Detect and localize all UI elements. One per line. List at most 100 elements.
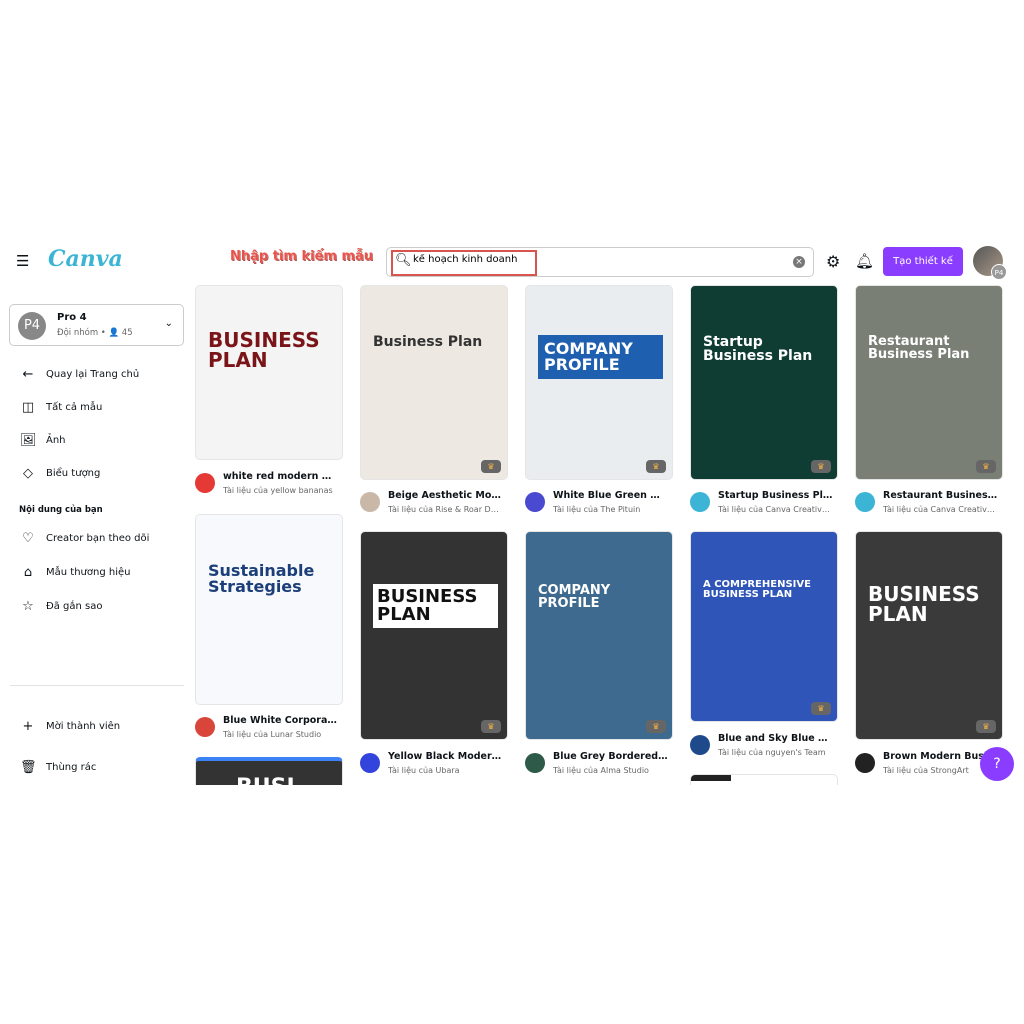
crown-icon: ♛ bbox=[646, 460, 666, 473]
team-name: Pro 4 bbox=[57, 312, 87, 323]
thumbnail-title: COMPANY PROFILE bbox=[538, 583, 611, 612]
thumbnail-title: Sustainable Strategies bbox=[208, 560, 315, 596]
invite-members[interactable]: + Mời thành viên bbox=[20, 719, 121, 734]
template-meta: Blue White Corporate ... Tài liệu của Lu… bbox=[195, 715, 355, 745]
arrow-left-icon: ← bbox=[22, 367, 34, 382]
creator-avatar bbox=[855, 753, 875, 773]
template-title[interactable]: white red modern busi... bbox=[223, 471, 338, 482]
thumbnail-title: Startup Business Plan bbox=[703, 333, 813, 364]
sidebar-item-label: Quay lại Trang chủ bbox=[46, 369, 140, 380]
crown-icon: ♛ bbox=[481, 460, 501, 473]
chevron-down-icon: ⌄ bbox=[164, 318, 173, 329]
hamburger-menu-icon[interactable]: ☰ bbox=[16, 252, 29, 270]
crown-icon: ♛ bbox=[481, 720, 501, 733]
template-thumbnail[interactable]: Sustainable Strategies bbox=[195, 514, 343, 705]
template-thumbnail[interactable]: BUSINESS PLAN ♛ bbox=[360, 531, 508, 740]
template-title[interactable]: Blue Grey Bordered St... bbox=[553, 751, 668, 762]
template-title[interactable]: Restaurant Business P... bbox=[883, 490, 998, 501]
trash[interactable]: 🗑 Thùng rác bbox=[20, 760, 96, 775]
search-annotation: Nhập tìm kiếm mẫu bbox=[230, 249, 374, 264]
search-input[interactable] bbox=[413, 254, 533, 265]
crown-icon: ♛ bbox=[976, 720, 996, 733]
template-meta: Beige Aesthetic Moder... Tài liệu của Ri… bbox=[360, 490, 520, 520]
thumbnail-title: BUSINESS PLAN bbox=[868, 582, 980, 627]
sidebar-item-all-templates[interactable]: ◫ Tất cả mẫu bbox=[20, 400, 103, 415]
sidebar-item-starred[interactable]: ☆ Đã gắn sao bbox=[20, 599, 103, 614]
template-author[interactable]: Tài liệu của nguyen's Team bbox=[718, 748, 833, 757]
sidebar-item-brand-templates[interactable]: ⌂ Mẫu thương hiệu bbox=[20, 565, 131, 580]
crown-icon: ♛ bbox=[646, 720, 666, 733]
sidebar-item-label: Tất cả mẫu bbox=[46, 402, 103, 413]
thumbnail-title: BUSI bbox=[236, 777, 295, 786]
template-author[interactable]: Tài liệu của Ubara bbox=[388, 766, 503, 775]
thumbnail-title: Restaurant Business Plan bbox=[868, 333, 970, 362]
template-meta: white red modern busi... Tài liệu của ye… bbox=[195, 471, 355, 501]
template-meta: Yellow Black Modern B... Tài liệu của Ub… bbox=[360, 751, 520, 781]
sidebar-item-label: Mẫu thương hiệu bbox=[46, 567, 131, 578]
gear-icon[interactable]: ⚙ bbox=[826, 252, 840, 271]
sidebar-item-elements[interactable]: ◇ Biểu tượng bbox=[20, 466, 100, 481]
crown-icon: ♛ bbox=[976, 460, 996, 473]
template-title[interactable]: Beige Aesthetic Moder... bbox=[388, 490, 503, 501]
thumbnail-title: A COMPREHENSIVE BUSINESS PLAN bbox=[703, 578, 811, 600]
template-thumbnail[interactable]: Restaurant Business Plan ♛ bbox=[855, 285, 1003, 480]
template-thumbnail[interactable]: Startup Business Plan ♛ bbox=[690, 285, 838, 480]
template-meta: Startup Business Plan ... Tài liệu của C… bbox=[690, 490, 850, 520]
layout-icon: ◫ bbox=[21, 400, 35, 415]
creator-avatar bbox=[360, 492, 380, 512]
template-thumbnail[interactable]: BUSINESS PLAN ♛ bbox=[855, 531, 1003, 740]
creator-avatar bbox=[525, 753, 545, 773]
template-author[interactable]: Tài liệu của The Pituin bbox=[553, 505, 668, 514]
creator-avatar bbox=[525, 492, 545, 512]
create-design-button[interactable]: Tạo thiết kế bbox=[883, 247, 963, 276]
template-title[interactable]: White Blue Green Mod... bbox=[553, 490, 668, 501]
template-thumbnail[interactable]: A COMPREHENSIVE BUSINESS PLAN ♛ bbox=[690, 531, 838, 722]
template-title[interactable]: Blue White Corporate ... bbox=[223, 715, 338, 726]
template-author[interactable]: Tài liệu của Canva Creative ... bbox=[883, 505, 998, 514]
template-thumbnail[interactable]: Business Plan ♛ bbox=[360, 285, 508, 480]
template-thumbnail[interactable] bbox=[690, 774, 838, 785]
search-bar[interactable]: 🔍︎ × bbox=[386, 247, 814, 277]
template-meta: White Blue Green Mod... Tài liệu của The… bbox=[525, 490, 685, 520]
template-author[interactable]: Tài liệu của Rise & Roar Desi... bbox=[388, 505, 503, 514]
template-author[interactable]: Tài liệu của yellow bananas bbox=[223, 486, 338, 495]
team-switcher[interactable]: P4 Pro 4 Đội nhóm • 👤 45 ⌄ bbox=[9, 304, 184, 346]
avatar[interactable]: P4 bbox=[973, 246, 1007, 280]
thumbnail-title: COMPANY PROFILE bbox=[538, 334, 663, 379]
creator-avatar bbox=[195, 717, 215, 737]
template-title[interactable]: Yellow Black Modern B... bbox=[388, 751, 503, 762]
template-author[interactable]: Tài liệu của Alma Studio bbox=[553, 766, 668, 775]
sidebar-item-photos[interactable]: 🖼 Ảnh bbox=[20, 433, 66, 448]
canva-app: ☰ Canva Nhập tìm kiếm mẫu 🔍︎ × ⚙ 🔔︎ Tạo … bbox=[0, 240, 1024, 785]
template-author[interactable]: Tài liệu của Lunar Studio bbox=[223, 730, 338, 739]
avatar-badge: P4 bbox=[991, 264, 1007, 280]
trash-icon: 🗑 bbox=[20, 760, 37, 775]
sidebar-item-label: Biểu tượng bbox=[46, 468, 101, 479]
crown-icon: ♛ bbox=[811, 460, 831, 473]
clear-search-icon[interactable]: × bbox=[793, 256, 805, 268]
sidebar-item-label: Đã gắn sao bbox=[46, 601, 103, 612]
team-avatar: P4 bbox=[18, 312, 46, 340]
template-thumbnail[interactable]: COMPANY PROFILE ♛ bbox=[525, 285, 673, 480]
template-thumbnail[interactable]: BUSINESS PLAN bbox=[195, 285, 343, 460]
creator-avatar bbox=[690, 492, 710, 512]
image-icon: 🖼 bbox=[20, 433, 37, 448]
help-button[interactable]: ? bbox=[980, 747, 1014, 781]
bell-icon[interactable]: 🔔︎ bbox=[855, 252, 874, 270]
heart-icon: ♡ bbox=[22, 531, 34, 546]
template-thumbnail[interactable]: BUSI bbox=[195, 757, 343, 785]
template-author[interactable]: Tài liệu của Canva Creative ... bbox=[718, 505, 833, 514]
divider bbox=[10, 685, 184, 686]
thumbnail-title: BUSINESS PLAN bbox=[373, 584, 498, 629]
sidebar-item-label: Thùng rác bbox=[46, 762, 97, 773]
template-title[interactable]: Startup Business Plan ... bbox=[718, 490, 833, 501]
canva-logo[interactable]: Canva bbox=[48, 246, 123, 272]
creator-avatar bbox=[195, 473, 215, 493]
plus-icon: + bbox=[22, 719, 34, 734]
template-thumbnail[interactable]: COMPANY PROFILE ♛ bbox=[525, 531, 673, 740]
creator-avatar bbox=[690, 735, 710, 755]
brand-icon: ⌂ bbox=[23, 565, 33, 580]
sidebar-item-creators[interactable]: ♡ Creator bạn theo dõi bbox=[20, 531, 149, 546]
sidebar-item-home[interactable]: ← Quay lại Trang chủ bbox=[20, 367, 140, 382]
template-title[interactable]: Blue and Sky Blue Geo... bbox=[718, 733, 833, 744]
